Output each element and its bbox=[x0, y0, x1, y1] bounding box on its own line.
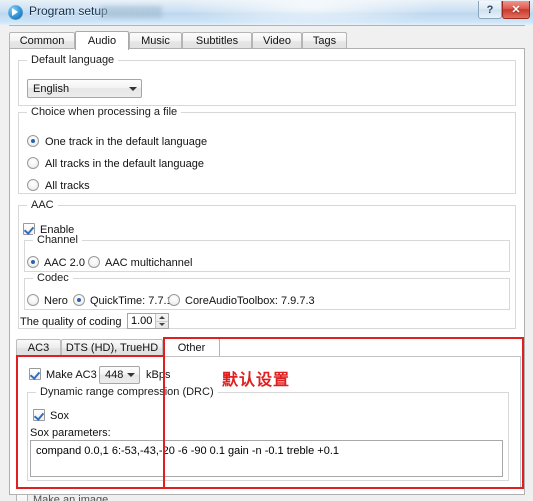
drc-group-label: Dynamic range compression (DRC) bbox=[36, 386, 218, 398]
window-left-edge bbox=[0, 25, 9, 501]
radio-codec-quicktime-label: QuickTime: 7.7.1 bbox=[90, 295, 173, 307]
title-bar: Program setup ? ✕ bbox=[0, 0, 533, 26]
radio-codec-nero[interactable] bbox=[27, 294, 39, 306]
stepper-buttons[interactable] bbox=[155, 314, 168, 328]
main-tab-strip: Common Audio Music Subtitles Video Tags bbox=[9, 31, 525, 50]
title-redacted-blur bbox=[100, 6, 162, 18]
tab-common[interactable]: Common bbox=[9, 32, 75, 49]
quality-of-coding-value: 1.00 bbox=[131, 315, 153, 327]
tab-music[interactable]: Music bbox=[129, 32, 182, 49]
help-button[interactable]: ? bbox=[478, 1, 502, 19]
radio-codec-nero-label: Nero bbox=[44, 295, 68, 307]
inner-tab-ac3[interactable]: AC3 bbox=[16, 339, 61, 356]
bottom-partial-checkbox-label: Make an image bbox=[33, 494, 109, 501]
aac-group-label: AAC bbox=[27, 199, 58, 211]
window-title: Program setup bbox=[29, 4, 108, 18]
radio-aac-multichannel[interactable] bbox=[88, 256, 100, 268]
inner-tab-dts[interactable]: DTS (HD), TrueHD bbox=[61, 339, 163, 356]
tab-tags[interactable]: Tags bbox=[302, 32, 347, 49]
radio-one-track-default[interactable] bbox=[27, 135, 39, 147]
radio-aac-2-0[interactable] bbox=[27, 256, 39, 268]
tab-video[interactable]: Video bbox=[252, 32, 302, 49]
program-setup-window: Program setup ? ✕ Common Audio Music Sub… bbox=[0, 0, 533, 501]
inner-tab-other[interactable]: Other bbox=[163, 338, 220, 356]
codec-tab-strip: AC3 DTS (HD), TrueHD Other bbox=[16, 338, 521, 356]
radio-codec-coreaudiotoolbox-label: CoreAudioToolbox: 7.9.7.3 bbox=[185, 295, 315, 307]
sox-checkbox[interactable] bbox=[33, 409, 45, 421]
bottom-partial-checkbox[interactable] bbox=[16, 494, 28, 501]
tab-audio[interactable]: Audio bbox=[75, 31, 129, 50]
default-language-value: English bbox=[33, 82, 70, 95]
close-button[interactable]: ✕ bbox=[502, 1, 530, 19]
processing-choice-group: Choice when processing a file bbox=[18, 106, 516, 194]
ac3-bitrate-value: 448 bbox=[105, 369, 124, 381]
make-ac3-label: Make AC3 bbox=[46, 369, 97, 381]
aac-channel-group-label: Channel bbox=[33, 234, 82, 246]
make-ac3-checkbox[interactable] bbox=[29, 368, 41, 380]
radio-all-tracks-default[interactable] bbox=[27, 157, 39, 169]
annotation-text: 默认设置 bbox=[222, 370, 291, 389]
chevron-down-icon bbox=[123, 373, 139, 377]
radio-all-tracks-default-label: All tracks in the default language bbox=[45, 158, 204, 170]
sox-label: Sox bbox=[50, 410, 69, 422]
radio-all-tracks[interactable] bbox=[27, 179, 39, 191]
window-right-edge bbox=[525, 25, 533, 501]
ac3-bitrate-select[interactable]: 448 bbox=[99, 366, 140, 384]
aac-codec-group-label: Codec bbox=[33, 272, 73, 284]
quality-of-coding-label: The quality of coding bbox=[20, 316, 122, 328]
default-language-group-label: Default language bbox=[27, 54, 119, 66]
tab-subtitles[interactable]: Subtitles bbox=[182, 32, 252, 49]
sox-parameters-label: Sox parameters: bbox=[30, 427, 111, 439]
chevron-down-icon bbox=[125, 86, 141, 91]
quality-of-coding-stepper[interactable]: 1.00 bbox=[127, 313, 169, 329]
radio-codec-coreaudiotoolbox[interactable] bbox=[168, 294, 180, 306]
ac3-bitrate-unit: kBps bbox=[146, 369, 171, 381]
sox-parameters-input[interactable]: compand 0.0,1 6:-53,-43,-20 -6 -90 0.1 g… bbox=[30, 440, 503, 477]
app-logo-icon bbox=[8, 5, 23, 20]
default-language-select[interactable]: English bbox=[27, 79, 142, 98]
radio-aac-2-0-label: AAC 2.0 bbox=[44, 257, 85, 269]
radio-all-tracks-label: All tracks bbox=[45, 180, 90, 192]
processing-choice-group-label: Choice when processing a file bbox=[27, 106, 182, 118]
stepper-down-icon[interactable] bbox=[156, 320, 168, 329]
radio-aac-multichannel-label: AAC multichannel bbox=[105, 257, 193, 269]
radio-codec-quicktime[interactable] bbox=[73, 294, 85, 306]
radio-one-track-default-label: One track in the default language bbox=[45, 136, 208, 148]
